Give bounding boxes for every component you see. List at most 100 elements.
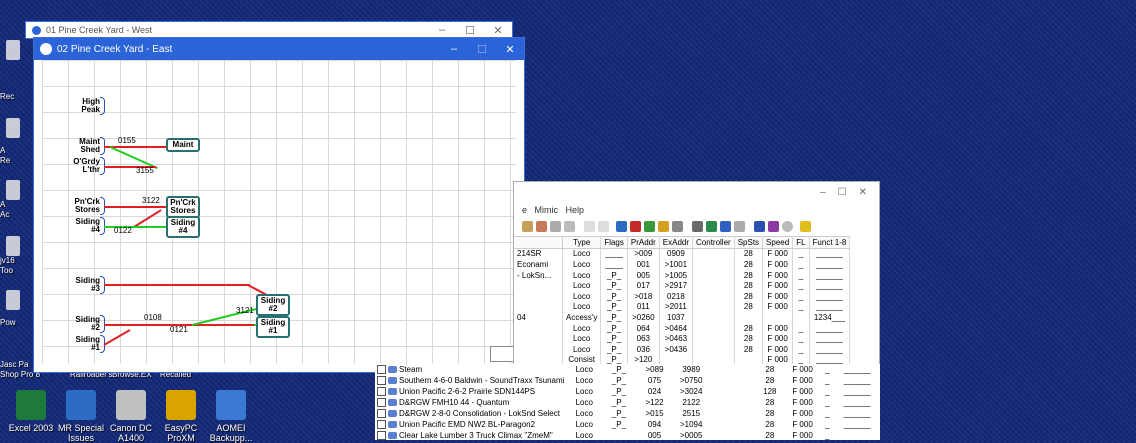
loco-number: 3121 bbox=[236, 306, 254, 315]
track-siding-3[interactable] bbox=[104, 284, 250, 286]
table-row[interactable]: D&RGW FMH10 44 - Quantum Loco _P_ >122 2122 2… bbox=[375, 397, 880, 408]
table-row[interactable]: Union Pacific 2-6-2 Prairie SDN144PS Loco… bbox=[375, 386, 880, 397]
route-icon[interactable] bbox=[720, 221, 731, 232]
table-cell: Loco bbox=[562, 248, 602, 260]
row-checkbox[interactable] bbox=[377, 376, 386, 386]
row-checkbox[interactable] bbox=[377, 365, 386, 375]
window-east[interactable]: 02 Pine Creek Yard - East – ☐ ✕ High Peak … bbox=[34, 38, 524, 372]
table-row[interactable]: - LokSn... Loco _P_ 005 >1005 28 F 000 _ ______ bbox=[514, 269, 851, 281]
table-row[interactable]: Steam Loco _P_ >089 3989 28 F 000 _ ______ bbox=[375, 364, 880, 375]
desktop-icon[interactable] bbox=[6, 290, 20, 310]
locomotive-icon bbox=[388, 410, 397, 418]
table-cell bbox=[710, 375, 755, 386]
column-header[interactable]: FL bbox=[792, 236, 810, 249]
table-cell: _ bbox=[792, 269, 810, 281]
layout-icon[interactable] bbox=[754, 221, 765, 232]
table-cell: 28 bbox=[765, 409, 775, 418]
table-cell bbox=[710, 386, 755, 397]
desktop-icon[interactable] bbox=[6, 236, 20, 256]
table-row[interactable]: Loco _P_ 011 >2011 28 F 000 _ ______ bbox=[514, 301, 851, 313]
destination-siding-1[interactable]: Siding #1 bbox=[256, 316, 290, 338]
sound-icon[interactable] bbox=[658, 221, 669, 232]
table-row[interactable]: Union Pacific EMD NW2 BL-Paragon2 Loco _P_… bbox=[375, 419, 880, 430]
row-checkbox[interactable] bbox=[377, 431, 386, 440]
table-row[interactable]: Clear Lake Lumber 3 Truck Climax "ZmeM" L… bbox=[375, 430, 880, 440]
column-header[interactable]: Flags bbox=[600, 236, 628, 249]
run-icon[interactable] bbox=[706, 221, 717, 232]
desktop-icon[interactable] bbox=[6, 118, 20, 138]
table-cell: >0005 bbox=[679, 431, 703, 440]
row-checkbox[interactable] bbox=[377, 420, 386, 430]
desktop-left-strip: Rec A Re A Ac jv16 Too Pow Jasc Pa Shop … bbox=[0, 0, 40, 440]
throttle-icon[interactable] bbox=[692, 221, 703, 232]
delete-icon[interactable] bbox=[564, 221, 575, 232]
minimize-button[interactable]: – bbox=[820, 187, 826, 198]
table-row[interactable]: Loco _P_ 064 >0464 28 F 000 _ ______ bbox=[514, 322, 851, 334]
paste-icon[interactable] bbox=[536, 221, 547, 232]
table-cell bbox=[710, 397, 755, 408]
column-header[interactable]: Controller bbox=[692, 236, 735, 249]
table-cell bbox=[692, 269, 735, 281]
status-icon[interactable] bbox=[782, 221, 793, 232]
menu-item-edit[interactable]: e bbox=[522, 205, 527, 215]
settings-icon[interactable] bbox=[672, 221, 683, 232]
destination-siding-2[interactable]: Siding #2 bbox=[256, 294, 290, 316]
column-header[interactable]: PrAddr bbox=[627, 236, 660, 249]
table-cell: ______ bbox=[843, 409, 871, 418]
row-checkbox[interactable] bbox=[377, 387, 386, 397]
table-row[interactable]: Loco _P_ 036 >0436 28 F 000 _ ______ bbox=[514, 343, 851, 355]
column-header[interactable]: Speed bbox=[762, 236, 794, 249]
column-header[interactable]: Funct 1-8 bbox=[809, 236, 851, 249]
redo-icon[interactable] bbox=[598, 221, 609, 232]
track-pncrk-stores[interactable] bbox=[104, 206, 166, 208]
edit-icon[interactable] bbox=[768, 221, 779, 232]
table-row[interactable]: Loco _P_ 017 >2917 28 F 000 _ ______ bbox=[514, 280, 851, 291]
table-cell: F 000 bbox=[762, 269, 794, 281]
track-grid[interactable]: High Peak Maint Shed O'Grdy L'thr Pn'Crk… bbox=[42, 60, 516, 364]
desktop-icon[interactable] bbox=[6, 40, 20, 60]
table-cell: >1005 bbox=[659, 269, 694, 281]
row-checkbox[interactable] bbox=[377, 409, 386, 419]
maximize-button[interactable]: ☐ bbox=[456, 24, 484, 37]
menu-item-help[interactable]: Help bbox=[566, 205, 585, 215]
program-icon[interactable] bbox=[644, 221, 655, 232]
maximize-button[interactable]: ☐ bbox=[838, 187, 847, 198]
column-header[interactable]: ExAddr bbox=[659, 236, 694, 249]
table-cell: 28 bbox=[734, 343, 764, 355]
table-row[interactable]: Econami Loco ____ 001 >1001 28 F 000 _ ______ bbox=[514, 259, 851, 270]
window-west-titlebar[interactable]: 01 Pine Creek Yard - West – ☐ ✕ bbox=[26, 22, 512, 38]
desktop-label: Rec bbox=[0, 92, 15, 101]
cut-icon[interactable] bbox=[550, 221, 561, 232]
close-button[interactable]: ✕ bbox=[859, 187, 867, 198]
desktop-icon-aomei[interactable]: AOMEI Backupp... bbox=[200, 390, 262, 443]
destination-maint[interactable]: Maint bbox=[166, 138, 200, 152]
table-row[interactable]: Loco _P_ >018 0218 28 F 000 _ ______ bbox=[514, 290, 851, 302]
close-button[interactable]: ✕ bbox=[496, 43, 524, 56]
table-row[interactable]: 214SR Loco ____ >009 0909 28 F 000 _ ______ bbox=[514, 248, 851, 260]
resize-grip[interactable] bbox=[490, 346, 514, 362]
destination-siding-4[interactable]: Siding #4 bbox=[166, 216, 200, 238]
table-row[interactable]: D&RGW 2-8-0 Consolidation - LokSnd Selec… bbox=[375, 408, 880, 419]
copy-icon[interactable] bbox=[522, 221, 533, 232]
column-header[interactable]: SpSts bbox=[734, 236, 764, 249]
undo-icon[interactable] bbox=[584, 221, 595, 232]
track-siding-1[interactable] bbox=[103, 329, 131, 346]
table-row[interactable]: Southern 4-6-0 Baldwin - SoundTraxx Tsun… bbox=[375, 375, 880, 386]
minimize-button[interactable]: – bbox=[440, 43, 468, 56]
destination-pncrk-stores[interactable]: Pn'Crk Stores bbox=[166, 196, 200, 218]
table-row[interactable]: 04 Access'y _P_ >0260 1037 1234___ bbox=[514, 312, 851, 323]
remove-loco-icon[interactable] bbox=[630, 221, 641, 232]
close-button[interactable]: ✕ bbox=[484, 24, 512, 37]
panel-icon[interactable] bbox=[734, 221, 745, 232]
desktop-icon[interactable] bbox=[6, 180, 20, 200]
row-checkbox[interactable] bbox=[377, 398, 386, 408]
maximize-button[interactable]: ☐ bbox=[468, 43, 496, 56]
column-header[interactable]: Type bbox=[562, 236, 602, 249]
menu-item-mimic[interactable]: Mimic bbox=[535, 205, 559, 215]
add-loco-icon[interactable] bbox=[616, 221, 627, 232]
minimize-button[interactable]: – bbox=[428, 24, 456, 37]
table-row[interactable]: Loco _P_ 063 >0463 28 F 000 _ ______ bbox=[514, 333, 851, 344]
help-icon[interactable] bbox=[800, 221, 811, 232]
window-west[interactable]: 01 Pine Creek Yard - West – ☐ ✕ bbox=[26, 22, 512, 38]
window-east-titlebar[interactable]: 02 Pine Creek Yard - East – ☐ ✕ bbox=[34, 38, 524, 60]
